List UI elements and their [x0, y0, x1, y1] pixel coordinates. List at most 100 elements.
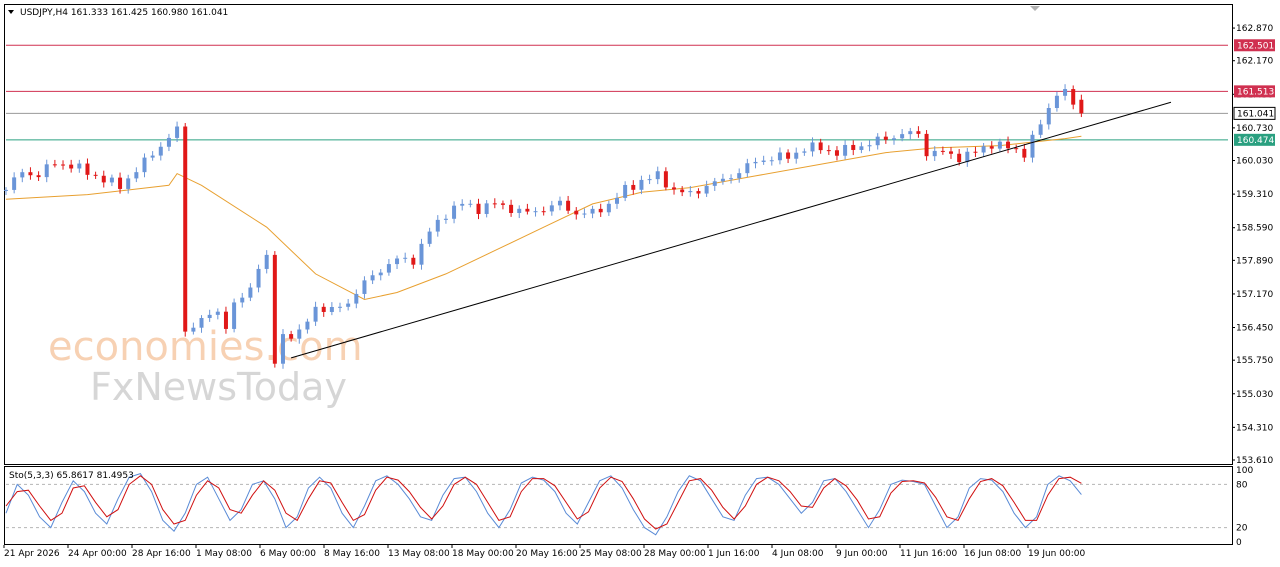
candle-body	[932, 150, 937, 157]
candle-body	[20, 172, 25, 178]
candle-body	[183, 126, 188, 332]
stoch-tick-label: 100	[1236, 466, 1253, 476]
candle-body	[452, 205, 457, 219]
price-badge-label: 161.513	[1237, 87, 1274, 97]
candle-body	[500, 203, 505, 205]
stoch-tick-label: 20	[1236, 524, 1248, 534]
x-tick-label: 1 Jun 16:00	[708, 549, 760, 559]
y-tick-label: 158.590	[1236, 224, 1273, 234]
symbol-header: USDJPY,H4 161.333 161.425 160.980 161.04…	[20, 8, 228, 18]
candle-body	[297, 329, 302, 339]
candle-body	[647, 179, 652, 181]
x-tick-label: 16 Jun 08:00	[964, 549, 1021, 559]
x-tick-label: 6 May 00:00	[260, 549, 316, 559]
candle-body	[435, 219, 440, 232]
chart-background	[0, 0, 1280, 567]
candle-body	[582, 213, 587, 215]
candle-body	[631, 184, 636, 190]
y-tick-label: 159.310	[1236, 190, 1273, 200]
candle-body	[509, 204, 514, 213]
candle-body	[158, 146, 163, 156]
candle-body	[704, 185, 709, 194]
candle-body	[818, 142, 823, 151]
candle-body	[395, 258, 400, 265]
x-tick-label: 28 Apr 16:00	[132, 549, 191, 559]
candle-body	[280, 334, 285, 364]
candle-body	[786, 152, 791, 159]
candle-body	[1079, 99, 1084, 114]
y-tick-label: 160.030	[1236, 157, 1273, 167]
candle-body	[468, 203, 473, 205]
candle-body	[891, 138, 896, 140]
x-tick-label: 9 Jun 00:00	[836, 549, 888, 559]
x-tick-label: 24 Apr 00:00	[68, 549, 127, 559]
candle-body	[36, 175, 41, 178]
candle-body	[126, 178, 131, 189]
candle-body	[615, 197, 619, 204]
y-tick-label: 155.030	[1236, 390, 1273, 400]
y-tick-label: 155.750	[1236, 356, 1273, 366]
candle-body	[802, 151, 807, 153]
candle-body	[541, 211, 546, 213]
x-tick-label: 11 Jun 16:00	[900, 549, 957, 559]
x-tick-label: 21 Apr 2026	[4, 549, 60, 559]
candle-body	[476, 203, 481, 214]
candle-body	[4, 189, 8, 191]
candle-body	[411, 257, 416, 265]
candle-body	[85, 163, 90, 175]
candle-body	[981, 146, 986, 153]
candle-body	[248, 287, 253, 298]
candle-body	[777, 152, 782, 161]
candle-body	[354, 293, 359, 304]
candle-body	[134, 172, 139, 179]
price-chart[interactable]: economies.com FxNewsToday USDJPY,H4 161.…	[0, 0, 1280, 567]
candle-body	[207, 314, 212, 319]
candle-body	[908, 131, 913, 135]
candle-body	[924, 133, 929, 157]
candle-body	[989, 146, 994, 149]
candle-body	[949, 151, 954, 154]
candle-body	[166, 137, 171, 147]
candle-body	[403, 257, 408, 259]
candle-body	[533, 211, 538, 213]
candle-body	[794, 152, 799, 159]
y-tick-label: 162.170	[1236, 57, 1273, 67]
y-tick-label: 157.170	[1236, 290, 1273, 300]
candle-body	[386, 264, 391, 273]
candle-body	[12, 177, 17, 190]
candle-body	[549, 205, 554, 212]
candle-body	[28, 172, 33, 176]
candle-body	[61, 164, 66, 166]
candle-body	[93, 174, 98, 176]
candle-body	[826, 150, 831, 152]
candle-body	[362, 280, 367, 294]
candle-body	[720, 178, 725, 182]
candle	[280, 329, 285, 369]
x-tick-label: 19 Jun 00:00	[1028, 549, 1085, 559]
candle-body	[240, 297, 245, 303]
watermark: economies.com FxNewsToday	[48, 324, 363, 409]
watermark-fxnewstoday: FxNewsToday	[90, 365, 347, 409]
candle-body	[460, 203, 465, 206]
candle-body	[232, 302, 237, 329]
candle-body	[329, 306, 334, 312]
price-badge-label: 161.041	[1237, 109, 1274, 119]
x-tick-label: 18 May 00:00	[452, 549, 514, 559]
candle-body	[769, 160, 774, 162]
candle-body	[729, 178, 734, 180]
candle-body	[1054, 95, 1059, 109]
candle-body	[639, 179, 644, 190]
candle-body	[199, 318, 204, 328]
candle-body	[761, 160, 766, 162]
candle-body	[655, 171, 660, 180]
stochastic-header: Sto(5,3,3) 65.8617 81.4953	[9, 471, 134, 481]
candle-body	[492, 203, 497, 205]
candle-body	[672, 187, 677, 190]
price-badge-label: 160.474	[1237, 136, 1274, 146]
candle-body	[957, 153, 962, 163]
candle-body	[370, 275, 375, 281]
candle-body	[712, 181, 717, 186]
candle-body	[851, 144, 856, 150]
candle-body	[1071, 89, 1076, 105]
candle	[183, 123, 188, 337]
